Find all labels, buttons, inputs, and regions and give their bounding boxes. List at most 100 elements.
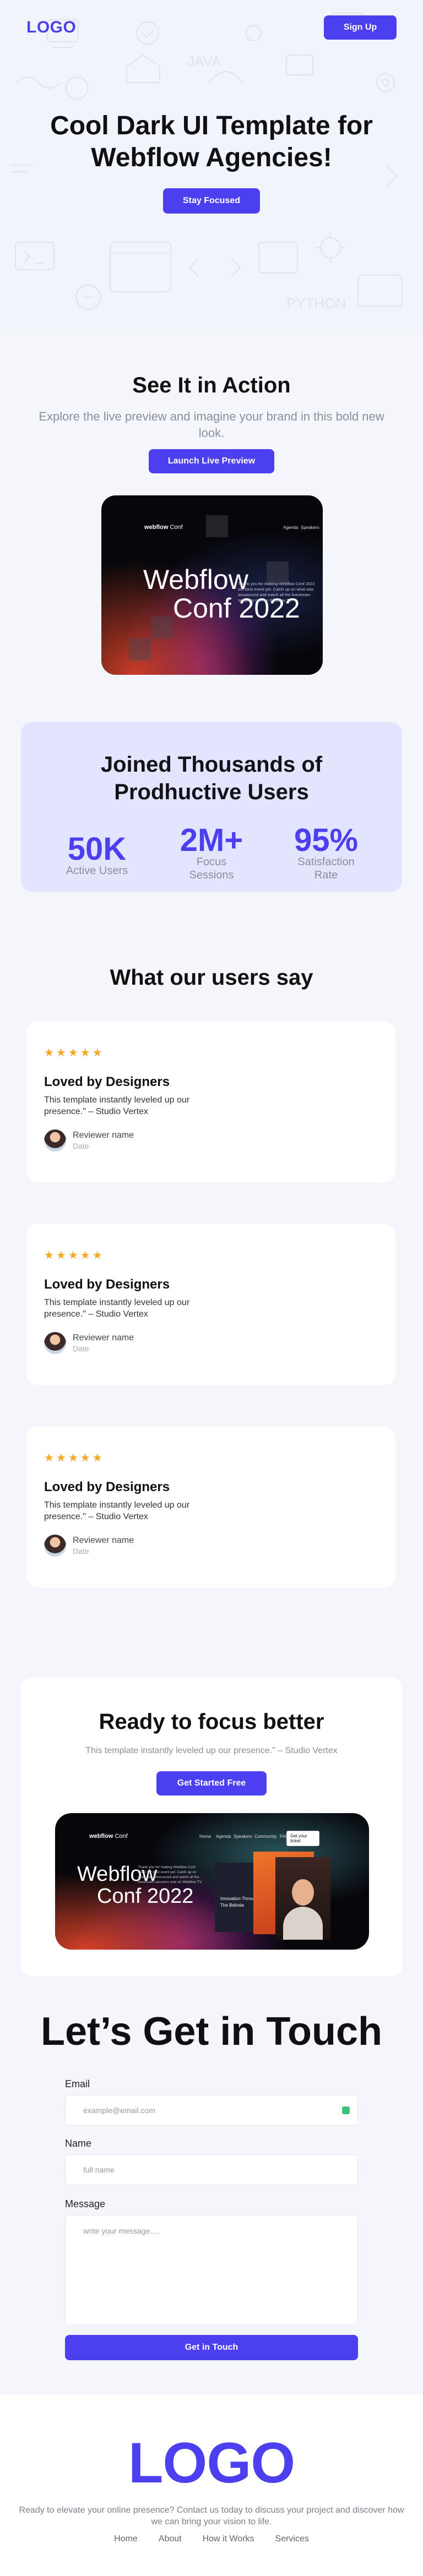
pattern-word-python: PYTHON [286,295,346,312]
stat-value: 2M+ [180,822,243,858]
testimonial-title: Loved by Designers [44,1277,170,1292]
focus-mockup-image: webflow Conf Home Agenda Speakers Commun… [55,1813,369,1950]
email-field[interactable]: example@email.com [65,2095,358,2126]
stats-title-line1: Joined Thousands of [100,752,323,777]
testimonial-quote: This template instantly leveled up our p… [44,1095,190,1116]
stat-label-line2: Sessions [189,869,234,881]
mockup-blurb: Thank you for making Webflow Conf 2022 o… [138,1865,203,1884]
message-placeholder: write your message..... [83,2226,161,2235]
testimonial-card: ★★★★★ Loved by Designers This template i… [26,1427,395,1587]
mockup-blurb: Thank you for making Webflow Conf 2022 o… [238,581,315,603]
reviewer-name: Reviewer name [73,1131,134,1140]
avatar [44,1535,66,1557]
footer-link-home[interactable]: Home [114,2534,138,2544]
name-placeholder: full name [83,2165,115,2174]
star-rating-icon: ★★★★★ [44,1249,105,1262]
footer-link-services[interactable]: Services [275,2534,309,2544]
top-navigation: LOGO Sign Up [26,14,397,41]
stat-value: 95% [294,822,359,858]
hero-title: Cool Dark UI Template for Webflow Agenci… [0,110,423,174]
footer-logo[interactable]: LOGO [0,2431,423,2496]
stat-active-users: 50K Active Users [47,832,147,877]
reviewer-name: Reviewer name [73,1536,134,1545]
mockup-nav-speakers: Speakers [234,1834,252,1839]
get-started-button[interactable]: Get Started Free [156,1771,267,1795]
mockup-brand-bold: webflow [89,1833,113,1840]
avatar [44,1129,66,1151]
mockup-brand: webflow Conf [144,524,183,531]
stats-title-line2: Prodhuctive Users [114,780,309,804]
decor-square [129,638,151,661]
footer-text: Ready to elevate your online presence? C… [19,2506,404,2526]
review-date: Date [73,1142,89,1150]
mockup-portrait [275,1857,330,1940]
launch-preview-button[interactable]: Launch Live Preview [149,449,274,473]
mockup-nav-home: Home [199,1834,212,1839]
hero-title-line2: Webflow Agencies! [91,143,332,172]
footer: LOGO Ready to elevate your online presen… [0,2394,423,2576]
mockup-headline-line2: Conf 2022 [97,1885,194,1908]
message-field[interactable]: write your message..... [65,2215,358,2325]
testimonial-card: ★★★★★ Loved by Designers This template i… [26,1224,395,1385]
header-logo[interactable]: LOGO [26,18,76,37]
testimonials-title: What our users say [110,965,313,990]
stats-section: Joined Thousands of Prodhuctive Users 50… [21,722,402,892]
footer-link-about[interactable]: About [159,2534,182,2544]
name-label: Name [65,2138,92,2149]
stay-focused-button[interactable]: Stay Focused [163,188,260,214]
star-rating-icon: ★★★★★ [44,1452,105,1464]
mockup-headline-line1: Webflow [143,564,248,595]
signup-button[interactable]: Sign Up [324,15,397,40]
hero-title-line1: Cool Dark UI Template for [50,111,373,140]
testimonial-quote: This template instantly leveled up our p… [44,1500,190,1521]
mockup-nav-agenda: Agenda [216,1834,231,1839]
message-label: Message [65,2198,106,2209]
email-label: Email [65,2078,90,2089]
focus-section: Ready to focus better This template inst… [21,1678,402,1976]
mockup-nav-community: Community [254,1834,277,1839]
mockup-ticket-button: Get your ticket [286,1831,319,1846]
mockup-brand: webflow Conf [89,1833,128,1840]
star-rating-icon: ★★★★★ [44,1047,105,1059]
review-date: Date [73,1344,89,1353]
stat-label-line1: Focus [196,856,227,868]
portrait-face [292,1879,314,1906]
reviewer-name: Reviewer name [73,1333,134,1342]
decor-square [151,616,173,638]
action-subtitle: Explore the live preview and imagine you… [39,410,384,440]
testimonial-title: Loved by Designers [44,1074,170,1089]
stat-focus-sessions: 2M+ Focus Sessions [162,823,261,882]
stat-value: 50K [67,831,127,867]
pattern-word-java: JAVA [187,53,221,69]
decor-square [267,561,289,583]
testimonial-quote: This template instantly leveled up our p… [44,1298,190,1319]
mockup-card-title-line2: The Belinda [220,1903,244,1908]
focus-title: Ready to focus better [99,1710,324,1734]
stat-label: Active Users [66,865,128,877]
footer-link-how-it-works[interactable]: How it Works [203,2534,254,2544]
contact-title: Let’s Get in Touch [40,2010,382,2054]
decor-square [206,515,228,537]
portrait-body [283,1907,323,1940]
avatar [44,1332,66,1354]
name-field[interactable]: full name [65,2154,358,2185]
testimonial-title: Loved by Designers [44,1480,170,1494]
footer-nav: Home About How it Works Services [0,2534,423,2544]
stat-label-line1: Satisfaction [297,856,355,868]
review-date: Date [73,1547,89,1556]
focus-subtitle: This template instantly leveled up our p… [85,1746,338,1755]
action-title: See It in Action [132,373,291,397]
mockup-card-title-line1: Innovation Through [220,1896,258,1901]
preview-mockup-image: webflow Conf Agenda Speakers Webflow Con… [101,495,323,675]
password-manager-icon[interactable] [342,2106,350,2114]
mockup-brand-light: Conf [170,524,183,531]
stats-title: Joined Thousands of Prodhuctive Users [21,751,402,806]
get-in-touch-button[interactable]: Get in Touch [65,2335,358,2360]
stat-satisfaction-rate: 95% Satisfaction Rate [276,823,376,882]
email-placeholder: example@email.com [83,2106,155,2115]
stat-label-line2: Rate [314,869,338,881]
hero-section: JAVA PYTHON LOGO Sign Up Cool Dark UI Te… [0,0,423,330]
testimonial-card: ★★★★★ Loved by Designers This template i… [26,1022,395,1182]
mockup-nav-speakers: Speakers [301,525,319,530]
mockup-brand-light: Conf [115,1833,128,1840]
